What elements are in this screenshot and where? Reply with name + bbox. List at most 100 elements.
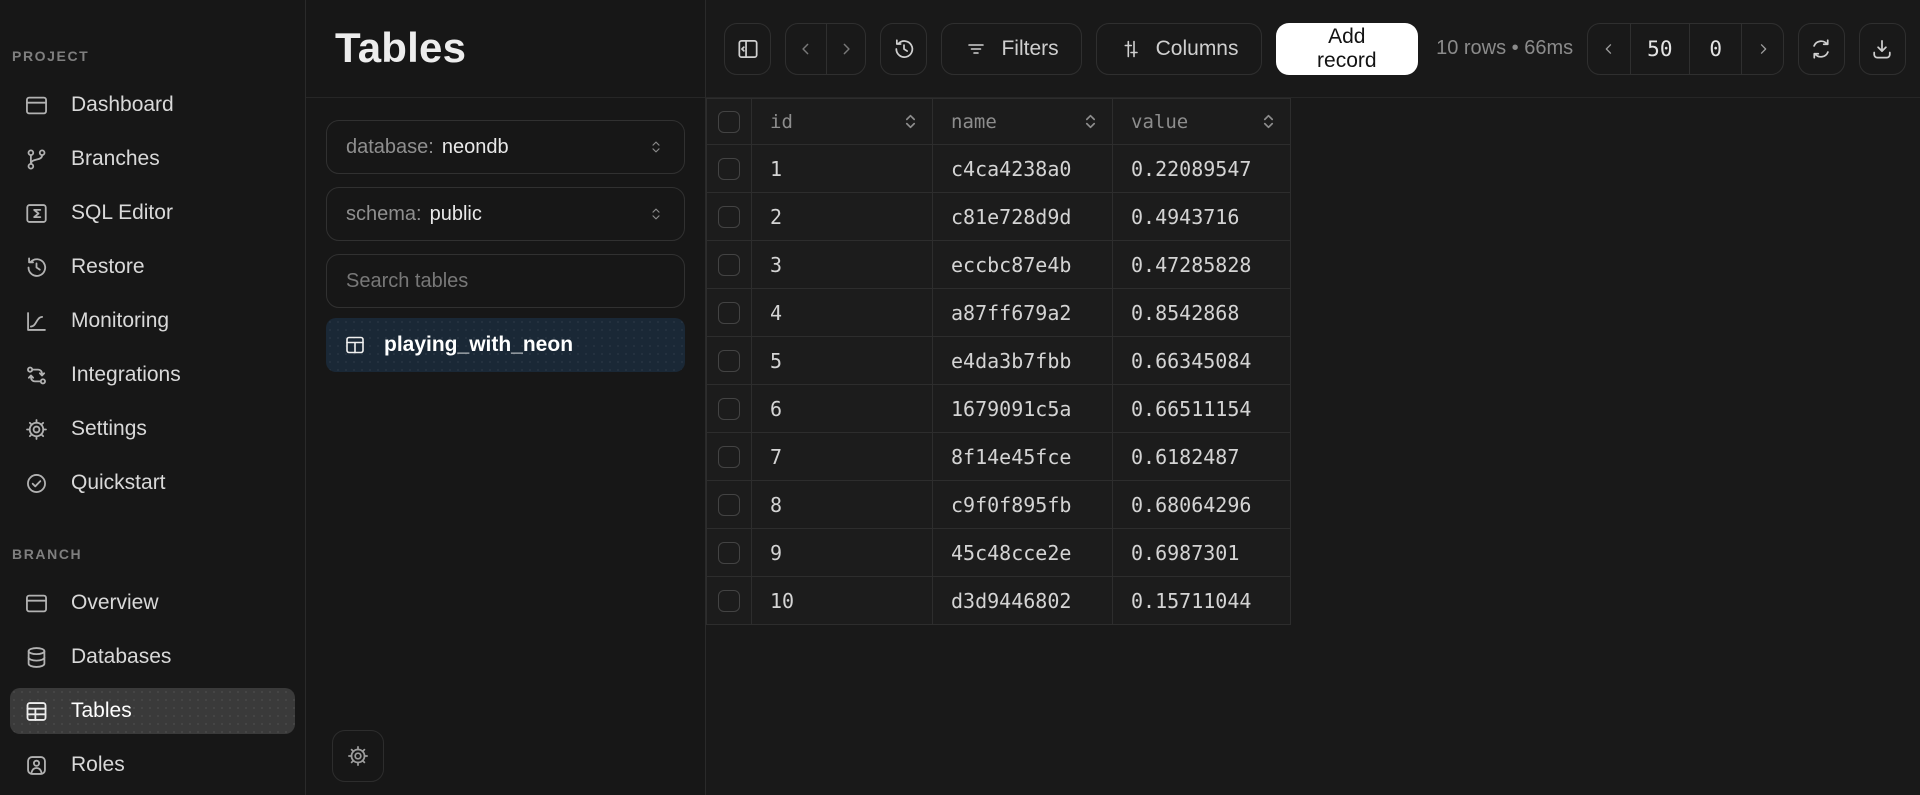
cell-id[interactable]: 5 [752, 337, 933, 385]
cell-value[interactable]: 0.66345084 [1113, 337, 1291, 385]
grid-row[interactable]: 9 45c48cce2e 0.6987301 [707, 529, 1291, 577]
row-checkbox[interactable] [718, 254, 740, 276]
sidebar-item-sql-editor[interactable]: SQL Editor [0, 186, 305, 240]
page-offset-value[interactable]: 0 [1689, 24, 1741, 74]
page-size-value[interactable]: 50 [1630, 24, 1690, 74]
sort-icon[interactable] [902, 112, 919, 131]
column-header-value[interactable]: value [1113, 99, 1291, 145]
grid-row[interactable]: 7 8f14e45fce 0.6182487 [707, 433, 1291, 481]
sidebar-item-overview[interactable]: Overview [0, 576, 305, 630]
cell-id[interactable]: 9 [752, 529, 933, 577]
table-list-item-selected[interactable]: playing_with_neon [326, 318, 685, 372]
cell-id[interactable]: 7 [752, 433, 933, 481]
download-button[interactable] [1859, 23, 1906, 75]
select-all-checkbox[interactable] [718, 111, 740, 133]
columns-button[interactable]: Columns [1096, 23, 1262, 75]
row-checkbox[interactable] [718, 542, 740, 564]
history-clock-icon [891, 36, 917, 62]
sort-icon[interactable] [1082, 112, 1099, 131]
cell-name[interactable]: c81e728d9d [933, 193, 1113, 241]
cell-name[interactable]: 8f14e45fce [933, 433, 1113, 481]
refresh-button[interactable] [1798, 23, 1845, 75]
integrations-icon [23, 362, 50, 389]
nav-forward-button[interactable] [826, 24, 866, 74]
column-header-id[interactable]: id [752, 99, 933, 145]
collapse-panel-icon [735, 36, 761, 62]
cell-name[interactable]: c4ca4238a0 [933, 145, 1113, 193]
filters-button[interactable]: Filters [941, 23, 1081, 75]
grid-row[interactable]: 6 1679091c5a 0.66511154 [707, 385, 1291, 433]
cell-id[interactable]: 2 [752, 193, 933, 241]
page-next-button[interactable] [1741, 24, 1783, 74]
row-checkbox[interactable] [718, 446, 740, 468]
row-checkbox[interactable] [718, 302, 740, 324]
cell-id[interactable]: 6 [752, 385, 933, 433]
row-checkbox[interactable] [718, 494, 740, 516]
row-checkbox[interactable] [718, 398, 740, 420]
panel-settings-button[interactable] [332, 730, 384, 782]
chevron-left-icon [1599, 39, 1619, 59]
cell-id[interactable]: 3 [752, 241, 933, 289]
cell-value[interactable]: 0.4943716 [1113, 193, 1291, 241]
cell-id[interactable]: 10 [752, 577, 933, 625]
sidebar-item-settings[interactable]: Settings [0, 402, 305, 456]
page-prev-button[interactable] [1588, 24, 1629, 74]
sidebar-item-tables[interactable]: Tables [10, 688, 295, 734]
sidebar-item-restore[interactable]: Restore [0, 240, 305, 294]
sidebar-item-quickstart[interactable]: Quickstart [0, 456, 305, 510]
sidebar-item-label: Quickstart [71, 471, 166, 495]
cell-value[interactable]: 0.8542868 [1113, 289, 1291, 337]
grid-row[interactable]: 5 e4da3b7fbb 0.66345084 [707, 337, 1291, 385]
sidebar-item-databases[interactable]: Databases [0, 630, 305, 684]
cell-name[interactable]: e4da3b7fbb [933, 337, 1113, 385]
schema-select[interactable]: schema: public [326, 187, 685, 241]
search-tables-input[interactable] [346, 270, 665, 293]
add-record-button[interactable]: Add record [1276, 23, 1419, 75]
row-checkbox[interactable] [718, 350, 740, 372]
cell-value[interactable]: 0.47285828 [1113, 241, 1291, 289]
cell-name[interactable]: 45c48cce2e [933, 529, 1113, 577]
cell-name[interactable]: d3d9446802 [933, 577, 1113, 625]
project-sidebar: PROJECT Dashboard Branches SQL Editor Re… [0, 0, 306, 795]
cell-name[interactable]: a87ff679a2 [933, 289, 1113, 337]
grid-row[interactable]: 8 c9f0f895fb 0.68064296 [707, 481, 1291, 529]
grid-header-row: id name value [707, 99, 1291, 145]
cell-id[interactable]: 4 [752, 289, 933, 337]
sidebar-item-branches[interactable]: Branches [0, 132, 305, 186]
cell-value[interactable]: 0.15711044 [1113, 577, 1291, 625]
row-checkbox[interactable] [718, 206, 740, 228]
grid-row[interactable]: 4 a87ff679a2 0.8542868 [707, 289, 1291, 337]
sidebar-item-integrations[interactable]: Integrations [0, 348, 305, 402]
sidebar-item-monitoring[interactable]: Monitoring [0, 294, 305, 348]
grid-row[interactable]: 10 d3d9446802 0.15711044 [707, 577, 1291, 625]
column-header-label: id [770, 111, 793, 133]
cell-name[interactable]: 1679091c5a [933, 385, 1113, 433]
grid-row[interactable]: 1 c4ca4238a0 0.22089547 [707, 145, 1291, 193]
nav-back-button[interactable] [786, 24, 826, 74]
chevron-right-icon [835, 38, 857, 60]
section-label-project: PROJECT [0, 48, 305, 78]
cell-id[interactable]: 8 [752, 481, 933, 529]
rows-status-text: 10 rows • 66ms [1436, 37, 1573, 60]
sidebar-item-roles[interactable]: Roles [0, 738, 305, 792]
row-checkbox[interactable] [718, 158, 740, 180]
cell-value[interactable]: 0.66511154 [1113, 385, 1291, 433]
cell-name[interactable]: c9f0f895fb [933, 481, 1113, 529]
row-checkbox[interactable] [718, 590, 740, 612]
collapse-panel-button[interactable] [724, 23, 771, 75]
grid-row[interactable]: 3 eccbc87e4b 0.47285828 [707, 241, 1291, 289]
cell-id[interactable]: 1 [752, 145, 933, 193]
cell-value[interactable]: 0.6987301 [1113, 529, 1291, 577]
cell-value[interactable]: 0.6182487 [1113, 433, 1291, 481]
sidebar-item-dashboard[interactable]: Dashboard [0, 78, 305, 132]
column-header-name[interactable]: name [933, 99, 1113, 145]
grid-row[interactable]: 2 c81e728d9d 0.4943716 [707, 193, 1291, 241]
cell-name[interactable]: eccbc87e4b [933, 241, 1113, 289]
cell-value[interactable]: 0.22089547 [1113, 145, 1291, 193]
query-history-button[interactable] [880, 23, 927, 75]
cell-value[interactable]: 0.68064296 [1113, 481, 1291, 529]
grid-toolbar: Filters Columns Add record 10 rows • 66m… [706, 0, 1920, 98]
sort-icon[interactable] [1260, 112, 1277, 131]
database-select[interactable]: database: neondb [326, 120, 685, 174]
sidebar-item-label: SQL Editor [71, 201, 173, 225]
